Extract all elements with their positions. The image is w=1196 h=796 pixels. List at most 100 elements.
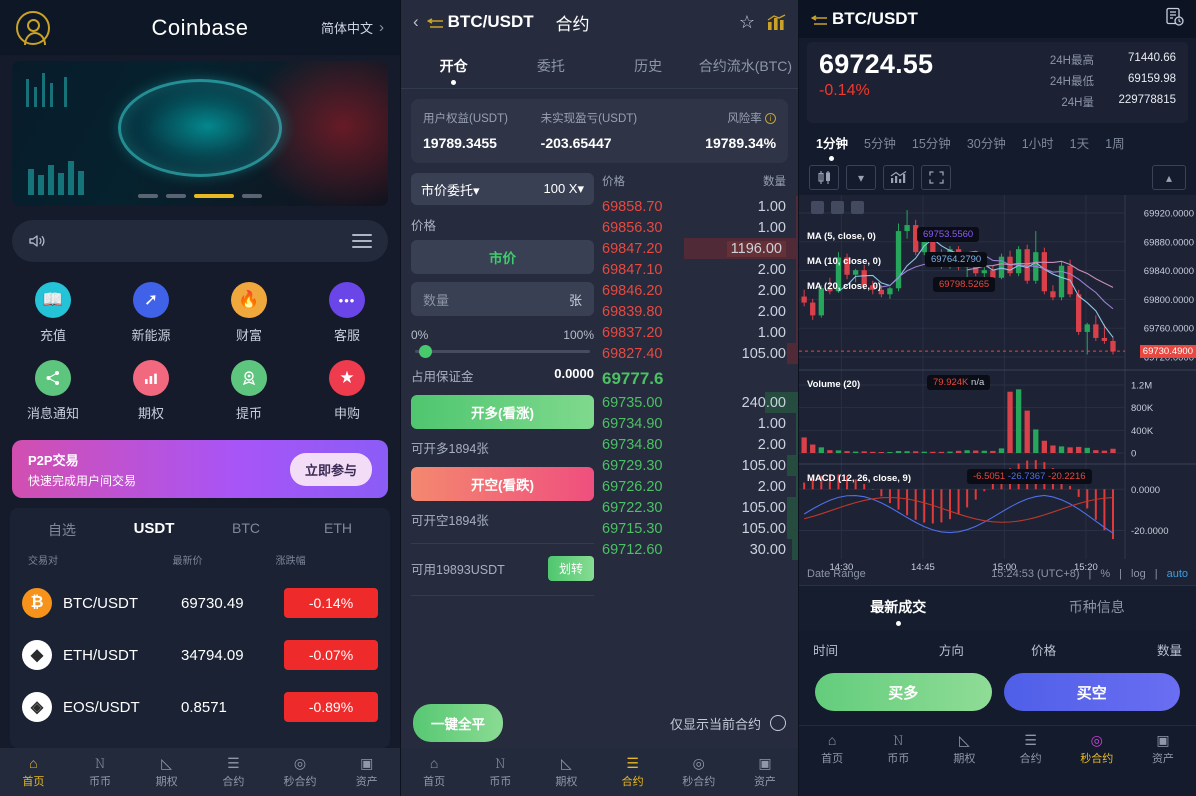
quick-action-chongzhi[interactable]: 📖 充值 <box>4 276 102 350</box>
chevron-down-icon[interactable]: ▾ <box>846 165 876 190</box>
chart-control-icon[interactable] <box>851 201 864 214</box>
orderbook-row[interactable]: 69827.40 105.00 <box>602 343 798 364</box>
orderbook-row[interactable]: 69847.20 1196.00 <box>602 238 798 259</box>
orderbook-row[interactable]: 69847.10 2.00 <box>602 259 798 280</box>
orderbook-row[interactable]: 69726.20 2.00 <box>602 476 798 497</box>
symbol-selector[interactable]: BTC/USDT <box>426 12 534 32</box>
banner-dot-active[interactable] <box>194 194 234 198</box>
radio-circle-icon[interactable] <box>770 715 786 731</box>
buy-short-button[interactable]: 买空 <box>1003 673 1180 711</box>
orderbook-row[interactable]: 69837.20 1.00 <box>602 322 798 343</box>
nav-item-home[interactable]: ⌂ 首页 <box>401 756 467 789</box>
collapse-up-icon[interactable]: ▴ <box>1152 165 1186 190</box>
tab-open-position[interactable]: 开仓 <box>405 48 502 88</box>
market-tab-eth[interactable]: ETH <box>292 520 384 540</box>
buy-long-button[interactable]: 买多 <box>815 673 992 711</box>
nav-item-exchange[interactable]: 𝙽 币币 <box>467 756 533 789</box>
open-long-button[interactable]: 开多(看涨) <box>411 395 594 429</box>
orderbook-row[interactable]: 69839.80 2.00 <box>602 301 798 322</box>
orderbook-row[interactable]: 69722.30 105.00 <box>602 497 798 518</box>
quick-action-qiquan[interactable]: 期权 <box>102 354 200 428</box>
indicator-icon[interactable] <box>883 165 914 190</box>
chart-control-icon[interactable] <box>831 201 844 214</box>
orderbook-row[interactable]: 69846.20 2.00 <box>602 280 798 301</box>
tab-coin-info[interactable]: 币种信息 <box>998 586 1196 630</box>
p2p-promo-card[interactable]: P2P交易 快速完成用户间交易 立即参与 <box>12 440 388 498</box>
candlestick-icon[interactable] <box>809 165 839 190</box>
orderbook-row[interactable]: 69712.60 30.00 <box>602 539 798 560</box>
timeframe-1w[interactable]: 1周 <box>1097 131 1132 161</box>
nav-item-options[interactable]: ◺ 期权 <box>533 756 599 789</box>
bar-chart-icon[interactable] <box>767 13 786 31</box>
fullscreen-icon[interactable] <box>921 165 951 190</box>
tab-orders[interactable]: 委托 <box>502 48 599 88</box>
nav-item-exchange[interactable]: 𝙽 币币 <box>865 733 931 766</box>
percent-toggle[interactable]: % <box>1100 568 1110 580</box>
orderbook-row[interactable]: 69734.90 1.00 <box>602 413 798 434</box>
quick-action-caifu[interactable]: 🔥 财富 <box>200 276 298 350</box>
market-row-eth[interactable]: ◆ ETH/USDT 34794.09 -0.07% <box>10 629 390 681</box>
transfer-button[interactable]: 划转 <box>547 556 594 581</box>
banner-dot[interactable] <box>138 194 158 198</box>
slider-knob[interactable] <box>419 345 432 358</box>
language-selector[interactable]: 简体中文 › <box>321 18 384 37</box>
only-current-contract-toggle[interactable]: 仅显示当前合约 <box>670 714 786 733</box>
market-tab-zixuan[interactable]: 自选 <box>16 520 108 540</box>
timeframe-30m[interactable]: 30分钟 <box>959 131 1014 161</box>
nav-item-contract[interactable]: ☰ 合约 <box>998 733 1064 766</box>
banner-dot[interactable] <box>166 194 186 198</box>
open-short-button[interactable]: 开空(看跌) <box>411 467 594 501</box>
orderbook-row[interactable]: 69856.30 1.00 <box>602 217 798 238</box>
price-input[interactable]: 市价 <box>411 240 594 274</box>
quick-action-shengou[interactable]: ★ 申购 <box>298 354 396 428</box>
nav-item-seconds[interactable]: ◎ 秒合约 <box>267 756 334 789</box>
banner-dots[interactable] <box>12 194 388 198</box>
tab-flow[interactable]: 合约流水(BTC) <box>697 48 794 88</box>
order-type-select[interactable]: 市价委托▾ <box>421 180 480 199</box>
tab-latest-trades[interactable]: 最新成交 <box>799 586 998 630</box>
quick-action-xinnengyuan[interactable]: ➚ 新能源 <box>102 276 200 350</box>
timeframe-5m[interactable]: 5分钟 <box>856 131 904 161</box>
nav-item-assets[interactable]: ▣ 资产 <box>1130 733 1196 766</box>
nav-item-options[interactable]: ◺ 期权 <box>931 733 997 766</box>
quantity-input[interactable]: 数量 张 <box>411 282 594 316</box>
chart-control-icon[interactable] <box>811 201 824 214</box>
nav-item-seconds[interactable]: ◎ 秒合约 <box>666 756 732 789</box>
timeframe-15m[interactable]: 15分钟 <box>904 131 959 161</box>
quick-action-tibi[interactable]: 提币 <box>200 354 298 428</box>
market-tab-usdt[interactable]: USDT <box>108 520 200 540</box>
orderbook-row[interactable]: 69858.70 1.00 <box>602 196 798 217</box>
nav-item-home[interactable]: ⌂ 首页 <box>799 733 865 766</box>
price-chart[interactable]: 69920.0000 69880.0000 69840.0000 69800.0000… <box>799 195 1196 585</box>
market-row-btc[interactable]: ₿ BTC/USDT 69730.49 -0.14% <box>10 577 390 629</box>
user-avatar-icon[interactable] <box>16 10 50 45</box>
nav-item-options[interactable]: ◺ 期权 <box>133 756 200 789</box>
timeframe-1d[interactable]: 1天 <box>1062 131 1097 161</box>
nav-item-exchange[interactable]: 𝙽 币币 <box>67 756 134 789</box>
order-history-icon[interactable] <box>1165 7 1184 31</box>
star-outline-icon[interactable]: ☆ <box>739 12 755 33</box>
nav-item-contract[interactable]: ☰ 合约 <box>600 756 666 789</box>
p2p-join-button[interactable]: 立即参与 <box>289 452 372 486</box>
orderbook-row[interactable]: 69729.30 105.00 <box>602 455 798 476</box>
symbol-selector[interactable]: BTC/USDT <box>810 9 918 29</box>
log-toggle[interactable]: log <box>1131 568 1146 580</box>
amount-slider[interactable] <box>415 345 590 358</box>
market-tab-btc[interactable]: BTC <box>200 520 292 540</box>
leverage-select[interactable]: 100 X▾ <box>543 181 584 197</box>
nav-item-home[interactable]: ⌂ 首页 <box>0 756 67 789</box>
announcement-bar[interactable] <box>12 220 388 262</box>
auto-toggle[interactable]: auto <box>1167 568 1188 580</box>
orderbook-row[interactable]: 69715.30 105.00 <box>602 518 798 539</box>
quick-action-kefu[interactable]: ••• 客服 <box>298 276 396 350</box>
orderbook-row[interactable]: 69735.00 240.00 <box>602 392 798 413</box>
market-row-eos[interactable]: ◈ EOS/USDT 0.8571 -0.89% <box>10 681 390 733</box>
info-icon[interactable]: i <box>765 113 777 124</box>
timeframe-1m[interactable]: 1分钟 <box>808 131 856 161</box>
flat-all-button[interactable]: 一键全平 <box>413 704 503 742</box>
orderbook-row[interactable]: 69734.80 2.00 <box>602 434 798 455</box>
quick-action-xiaoxitongzhi[interactable]: 消息通知 <box>4 354 102 428</box>
promo-banner[interactable] <box>12 61 388 206</box>
tab-history[interactable]: 历史 <box>600 48 697 88</box>
timeframe-1h[interactable]: 1小时 <box>1014 131 1062 161</box>
